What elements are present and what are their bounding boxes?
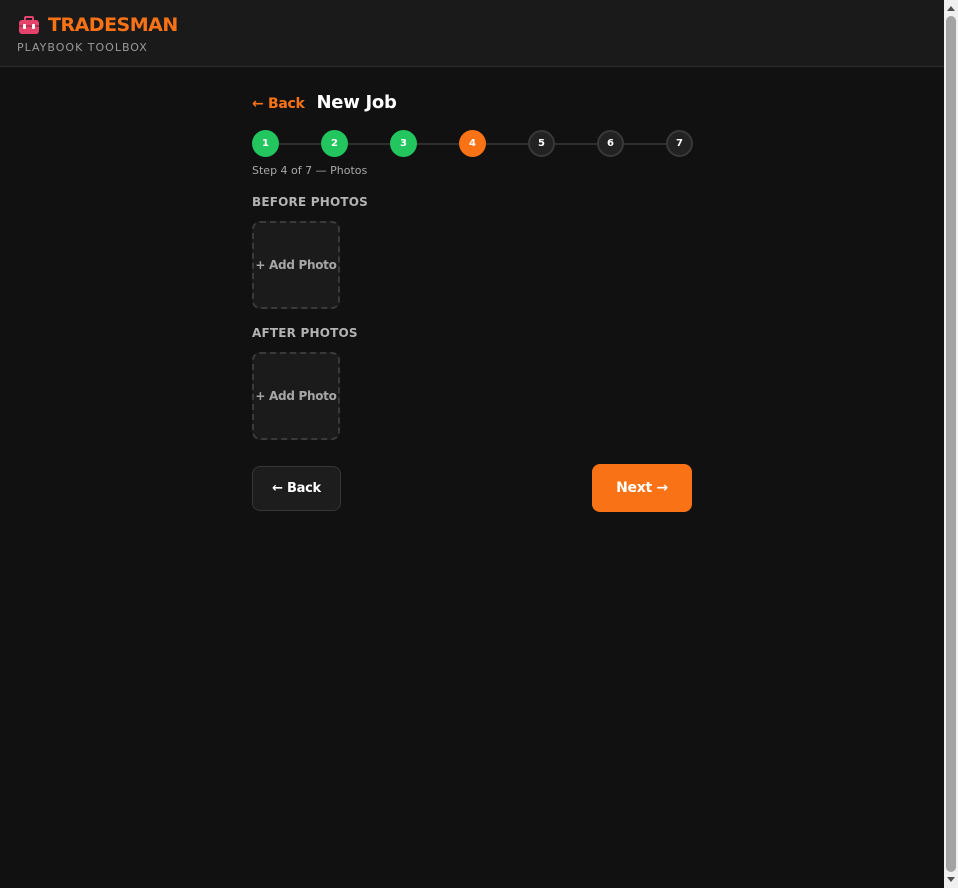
- scroll-up-icon[interactable]: [944, 0, 958, 16]
- top-bar: TRADESMAN PLAYBOOK TOOLBOX: [0, 0, 944, 67]
- progress-stepper: 1 2 3 4 5 6 7: [252, 130, 693, 157]
- brand[interactable]: TRADESMAN: [18, 14, 178, 36]
- scroll-thumb[interactable]: [946, 16, 956, 872]
- toolbox-icon: [18, 15, 40, 35]
- brand-subtitle: PLAYBOOK TOOLBOX: [17, 41, 148, 54]
- next-button[interactable]: Next →: [592, 464, 692, 512]
- title-row: ← Back New Job: [252, 92, 397, 113]
- before-add-photo-button[interactable]: + Add Photo: [252, 221, 340, 309]
- step-6: 6: [597, 130, 624, 157]
- step-5: 5: [528, 130, 555, 157]
- step-7: 7: [666, 130, 693, 157]
- before-photos-label: BEFORE PHOTOS: [252, 195, 369, 209]
- after-add-photo-button[interactable]: + Add Photo: [252, 352, 340, 440]
- step-caption: Step 4 of 7 — Photos: [252, 164, 368, 177]
- scroll-down-icon[interactable]: [944, 872, 958, 888]
- step-3: 3: [390, 130, 417, 157]
- add-photo-label: + Add Photo: [255, 258, 337, 272]
- step-4: 4: [459, 130, 486, 157]
- page: TRADESMAN PLAYBOOK TOOLBOX ← Back New Jo…: [0, 0, 958, 888]
- step-2: 2: [321, 130, 348, 157]
- scrollbar[interactable]: [944, 0, 958, 888]
- brand-name: TRADESMAN: [48, 14, 178, 36]
- step-1: 1: [252, 130, 279, 157]
- add-photo-label: + Add Photo: [255, 389, 337, 403]
- back-button[interactable]: ← Back: [252, 466, 341, 511]
- page-title: New Job: [316, 92, 397, 113]
- back-link[interactable]: ← Back: [252, 96, 305, 112]
- after-photos-label: AFTER PHOTOS: [252, 326, 358, 340]
